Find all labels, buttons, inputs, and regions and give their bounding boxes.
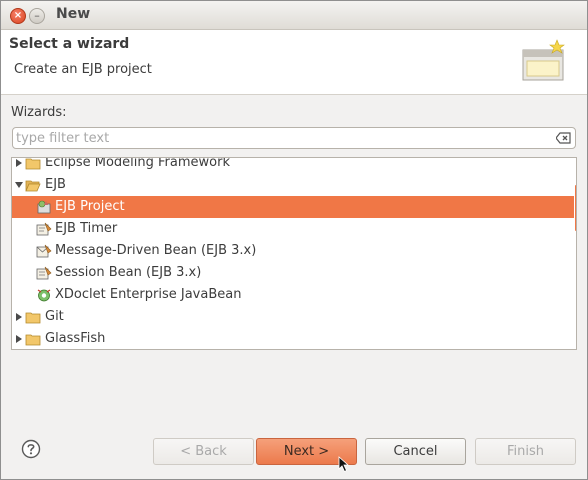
tree-item-glassfish[interactable]: GlassFish xyxy=(12,328,574,349)
new-wizard-dialog: × – New Select a wizard Create an EJB pr… xyxy=(0,0,588,480)
tree-item-label: XDoclet Enterprise JavaBean xyxy=(55,287,242,302)
finish-button[interactable]: Finish xyxy=(475,438,576,465)
filter-field[interactable] xyxy=(12,127,576,149)
tree-item-xdoclet-enterprise-javabean[interactable]: XDoclet Enterprise JavaBean xyxy=(12,284,574,306)
tree-item-label: EJB Project xyxy=(55,199,125,214)
expand-arrow-icon[interactable] xyxy=(14,334,24,344)
tree-item-label: GlassFish xyxy=(45,331,106,346)
collapse-arrow-icon[interactable] xyxy=(14,180,24,190)
wizard-banner-icon xyxy=(522,39,565,81)
minimize-window-button[interactable]: – xyxy=(29,8,45,24)
tree-item-message-driven-bean[interactable]: Message-Driven Bean (EJB 3.x) xyxy=(12,240,574,262)
cancel-button[interactable]: Cancel xyxy=(365,438,466,465)
clear-text-icon[interactable] xyxy=(556,132,571,144)
folder-icon xyxy=(25,312,41,324)
folder-open-icon xyxy=(25,180,41,192)
session-bean-icon xyxy=(36,266,52,280)
wizard-header: Select a wizard Create an EJB project xyxy=(1,30,587,95)
title-bar: × – New xyxy=(1,1,587,30)
expand-arrow-icon[interactable] xyxy=(14,312,24,322)
ejb-project-icon xyxy=(37,200,51,214)
tree-item-eclipse-modeling-framework[interactable]: Eclipse Modeling Framework xyxy=(12,157,574,174)
tree-item-ejb[interactable]: EJB xyxy=(12,174,574,196)
tree-item-label: EJB Timer xyxy=(55,221,118,236)
wizard-tree[interactable]: Eclipse Modeling Framework EJB EJB Proje… xyxy=(11,157,577,350)
tree-scrollbar[interactable] xyxy=(575,185,576,231)
tree-item-ejb-timer[interactable]: EJB Timer xyxy=(12,218,574,240)
tree-item-session-bean[interactable]: Session Bean (EJB 3.x) xyxy=(12,262,574,284)
ejb-timer-icon xyxy=(36,222,52,236)
back-button[interactable]: < Back xyxy=(153,438,254,465)
tree-item-label: EJB xyxy=(45,177,66,192)
filter-input[interactable] xyxy=(16,129,546,147)
tree-item-git[interactable]: Git xyxy=(12,306,574,328)
folder-icon xyxy=(25,334,41,346)
tree-item-label: Message-Driven Bean (EJB 3.x) xyxy=(55,243,257,258)
help-icon[interactable] xyxy=(21,439,41,459)
wizards-label: Wizards: xyxy=(11,105,67,120)
xdoclet-icon xyxy=(37,289,51,302)
expand-arrow-icon[interactable] xyxy=(14,158,24,168)
header-description: Create an EJB project xyxy=(14,62,152,77)
close-window-button[interactable]: × xyxy=(10,8,26,24)
mouse-cursor-icon xyxy=(338,456,350,473)
folder-icon xyxy=(25,158,41,170)
tree-item-ejb-project[interactable]: EJB Project xyxy=(12,196,574,218)
window-title: New xyxy=(56,6,91,22)
tree-item-label: Eclipse Modeling Framework xyxy=(45,157,230,170)
tree-item-label: Git xyxy=(45,309,64,324)
tree-item-label: Session Bean (EJB 3.x) xyxy=(55,265,202,280)
message-driven-bean-icon xyxy=(36,244,52,258)
header-title: Select a wizard xyxy=(9,36,130,52)
